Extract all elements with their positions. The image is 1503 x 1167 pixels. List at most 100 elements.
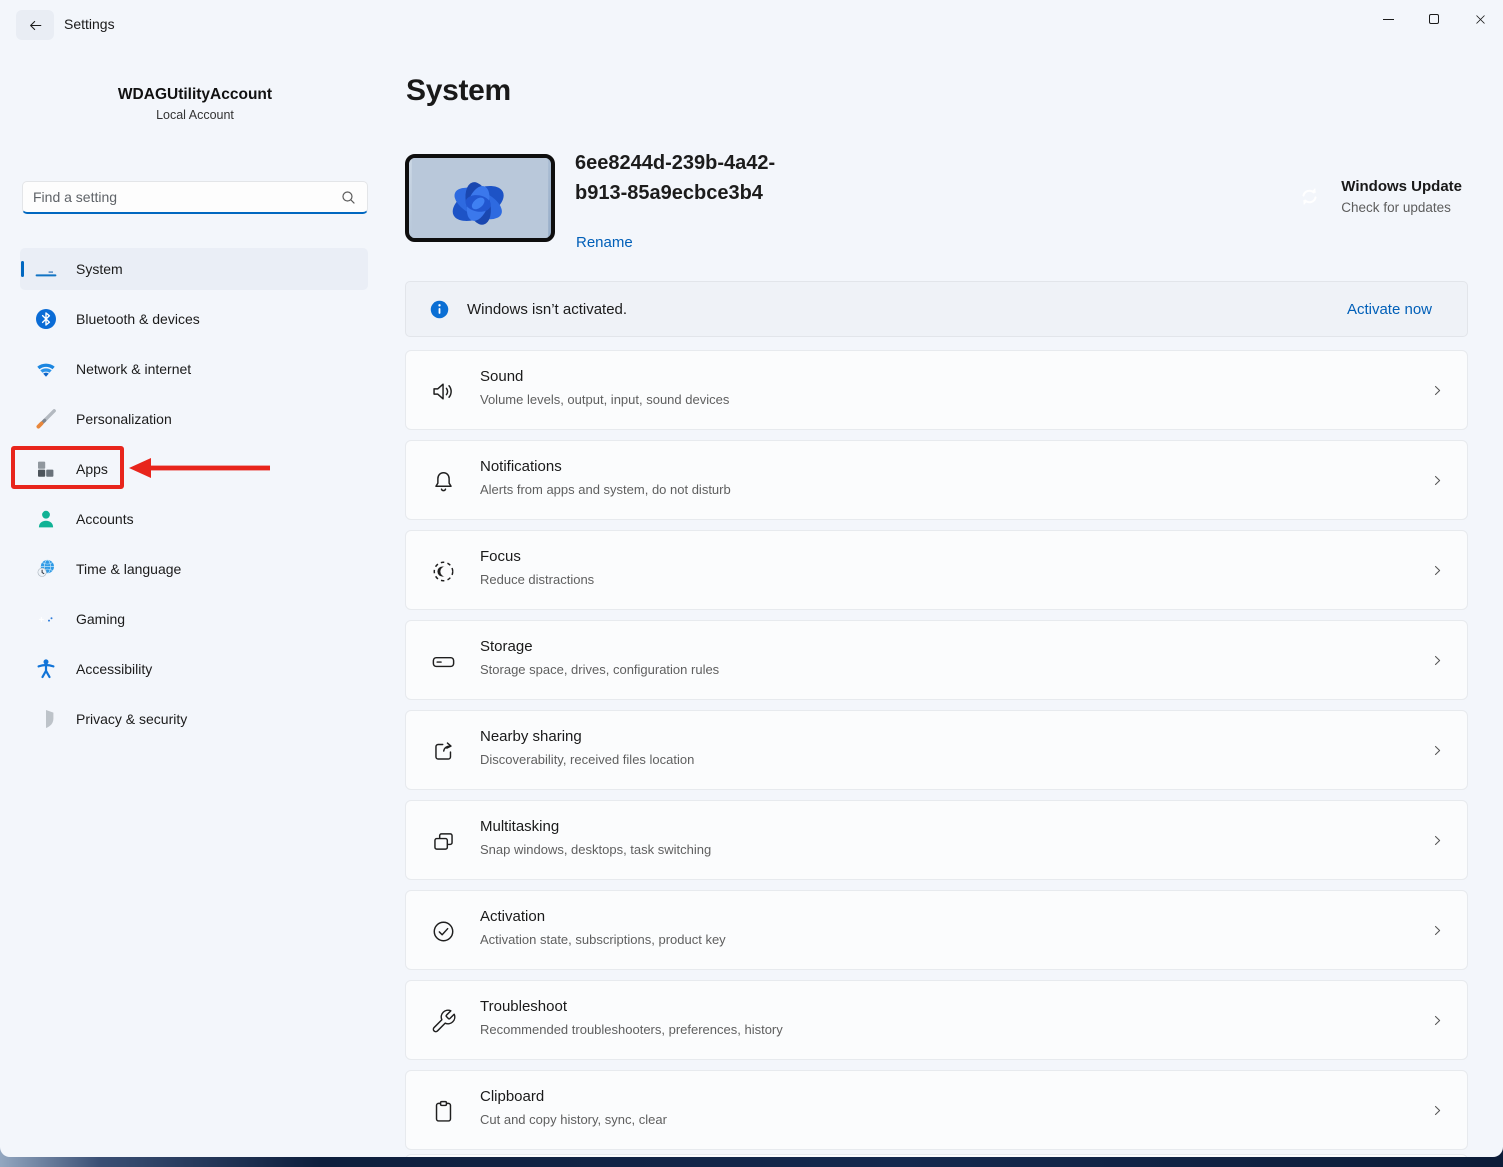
sidebar-item-label: Personalization bbox=[76, 411, 172, 427]
device-name: 6ee8244d-239b-4a42-b913-85a9ecbce3b4 bbox=[575, 152, 776, 204]
close-icon bbox=[1473, 12, 1488, 27]
card-subtitle: Cut and copy history, sync, clear bbox=[480, 1112, 667, 1127]
sidebar-item-label: Apps bbox=[76, 461, 108, 477]
sidebar-item-gaming[interactable]: Gaming bbox=[20, 598, 368, 640]
focus-icon bbox=[430, 558, 457, 585]
maximize-button[interactable] bbox=[1411, 0, 1457, 38]
desktop: { "titlebar": { "title": "Settings", "ba… bbox=[0, 0, 1503, 1167]
card-subtitle: Activation state, subscriptions, product… bbox=[480, 932, 726, 947]
sidebar-nav: System Bluetooth & devices Network & int… bbox=[20, 248, 368, 748]
card-title: Troubleshoot bbox=[480, 998, 567, 1015]
settings-window: Settings WDAGUtilityAccount Local Accoun… bbox=[0, 0, 1503, 1157]
settings-card-nearby-sharing[interactable]: Nearby sharing Discoverability, received… bbox=[405, 710, 1468, 790]
settings-card-activation[interactable]: Activation Activation state, subscriptio… bbox=[405, 890, 1468, 970]
sidebar-item-network-internet[interactable]: Network & internet bbox=[20, 348, 368, 390]
windows-update-block[interactable]: Windows Update Check for updates bbox=[1294, 178, 1462, 215]
storage-icon bbox=[430, 648, 457, 675]
gaming-icon bbox=[34, 607, 58, 631]
clipboard-icon bbox=[430, 1098, 457, 1125]
device-thumbnail bbox=[405, 154, 555, 242]
sidebar-item-label: System bbox=[76, 261, 123, 277]
info-icon bbox=[430, 300, 449, 319]
chevron-right-icon bbox=[1430, 653, 1445, 668]
activation-icon bbox=[430, 918, 457, 945]
activation-message: Windows isn’t activated. bbox=[467, 300, 628, 318]
back-icon bbox=[27, 17, 44, 34]
settings-card-focus[interactable]: Focus Reduce distractions bbox=[405, 530, 1468, 610]
back-button[interactable] bbox=[16, 10, 54, 40]
activate-now-link[interactable]: Activate now bbox=[1347, 301, 1432, 318]
apps-icon bbox=[34, 457, 58, 481]
sidebar-item-label: Accounts bbox=[76, 511, 134, 527]
window-controls bbox=[1365, 0, 1503, 38]
card-title: Nearby sharing bbox=[480, 728, 582, 745]
card-subtitle: Snap windows, desktops, task switching bbox=[480, 842, 712, 857]
account-type: Local Account bbox=[156, 108, 234, 122]
sidebar-item-label: Network & internet bbox=[76, 361, 192, 377]
settings-card-multitasking[interactable]: Multitasking Snap windows, desktops, tas… bbox=[405, 800, 1468, 880]
sidebar-item-label: Privacy & security bbox=[76, 711, 188, 727]
account-block[interactable]: WDAGUtilityAccount Local Account bbox=[0, 86, 390, 122]
page-title: System bbox=[406, 74, 511, 107]
rename-link[interactable]: Rename bbox=[576, 234, 633, 251]
notifications-icon bbox=[430, 468, 457, 495]
settings-card-sound[interactable]: Sound Volume levels, output, input, soun… bbox=[405, 350, 1468, 430]
chevron-right-icon bbox=[1430, 473, 1445, 488]
account-name: WDAGUtilityAccount bbox=[117, 86, 273, 103]
minimize-button[interactable] bbox=[1365, 0, 1411, 38]
card-title: Storage bbox=[480, 638, 533, 655]
accounts-icon bbox=[34, 507, 58, 531]
privacy-icon bbox=[34, 707, 58, 731]
sidebar-item-accounts[interactable]: Accounts bbox=[20, 498, 368, 540]
sidebar: WDAGUtilityAccount Local Account System … bbox=[0, 48, 390, 1157]
time-language-icon bbox=[34, 557, 58, 581]
card-subtitle: Recommended troubleshooters, preferences… bbox=[480, 1022, 783, 1037]
close-button[interactable] bbox=[1457, 0, 1503, 38]
sidebar-item-label: Bluetooth & devices bbox=[76, 311, 200, 327]
sidebar-item-system[interactable]: System bbox=[20, 248, 368, 290]
network-icon bbox=[34, 357, 58, 381]
settings-card-notifications[interactable]: Notifications Alerts from apps and syste… bbox=[405, 440, 1468, 520]
settings-card-storage[interactable]: Storage Storage space, drives, configura… bbox=[405, 620, 1468, 700]
card-title: Activation bbox=[480, 908, 546, 925]
search-icon bbox=[340, 189, 357, 206]
bloom-wallpaper-image bbox=[411, 158, 549, 238]
settings-card-clipboard[interactable]: Clipboard Cut and copy history, sync, cl… bbox=[405, 1070, 1468, 1150]
search-box bbox=[22, 181, 368, 214]
sidebar-item-bluetooth-devices[interactable]: Bluetooth & devices bbox=[20, 298, 368, 340]
card-title: Sound bbox=[480, 368, 524, 385]
windows-update-icon bbox=[1294, 181, 1325, 212]
sidebar-item-personalization[interactable]: Personalization bbox=[20, 398, 368, 440]
sidebar-item-accessibility[interactable]: Accessibility bbox=[20, 648, 368, 690]
settings-card-list: Sound Volume levels, output, input, soun… bbox=[405, 350, 1468, 1157]
sidebar-item-apps[interactable]: Apps bbox=[20, 448, 368, 490]
card-subtitle: Discoverability, received files location bbox=[480, 752, 695, 767]
chevron-right-icon bbox=[1430, 923, 1445, 938]
windows-update-title: Windows Update bbox=[1341, 178, 1462, 195]
sidebar-item-privacy-security[interactable]: Privacy & security bbox=[20, 698, 368, 740]
maximize-icon bbox=[1429, 14, 1439, 24]
card-title: Clipboard bbox=[480, 1088, 545, 1105]
windows-update-subtitle: Check for updates bbox=[1341, 200, 1451, 215]
card-subtitle: Storage space, drives, configuration rul… bbox=[480, 662, 720, 677]
chevron-right-icon bbox=[1430, 743, 1445, 758]
sidebar-item-time-language[interactable]: Time & language bbox=[20, 548, 368, 590]
titlebar: Settings bbox=[0, 0, 1503, 48]
card-subtitle: Alerts from apps and system, do not dist… bbox=[480, 482, 731, 497]
sidebar-item-label: Gaming bbox=[76, 611, 126, 627]
accessibility-icon bbox=[34, 657, 58, 681]
chevron-right-icon bbox=[1430, 563, 1445, 578]
settings-card-troubleshoot[interactable]: Troubleshoot Recommended troubleshooters… bbox=[405, 980, 1468, 1060]
chevron-right-icon bbox=[1430, 383, 1445, 398]
card-subtitle: Volume levels, output, input, sound devi… bbox=[480, 392, 730, 407]
card-title: Multitasking bbox=[480, 818, 560, 835]
sound-icon bbox=[430, 378, 457, 405]
activation-banner: Windows isn’t activated. Activate now bbox=[405, 281, 1468, 337]
system-icon bbox=[34, 257, 58, 281]
card-title: Focus bbox=[480, 548, 521, 565]
bluetooth-icon bbox=[34, 307, 58, 331]
chevron-right-icon bbox=[1430, 833, 1445, 848]
search-input[interactable] bbox=[33, 189, 340, 205]
nearby-sharing-icon bbox=[430, 738, 457, 765]
chevron-right-icon bbox=[1430, 1013, 1445, 1028]
